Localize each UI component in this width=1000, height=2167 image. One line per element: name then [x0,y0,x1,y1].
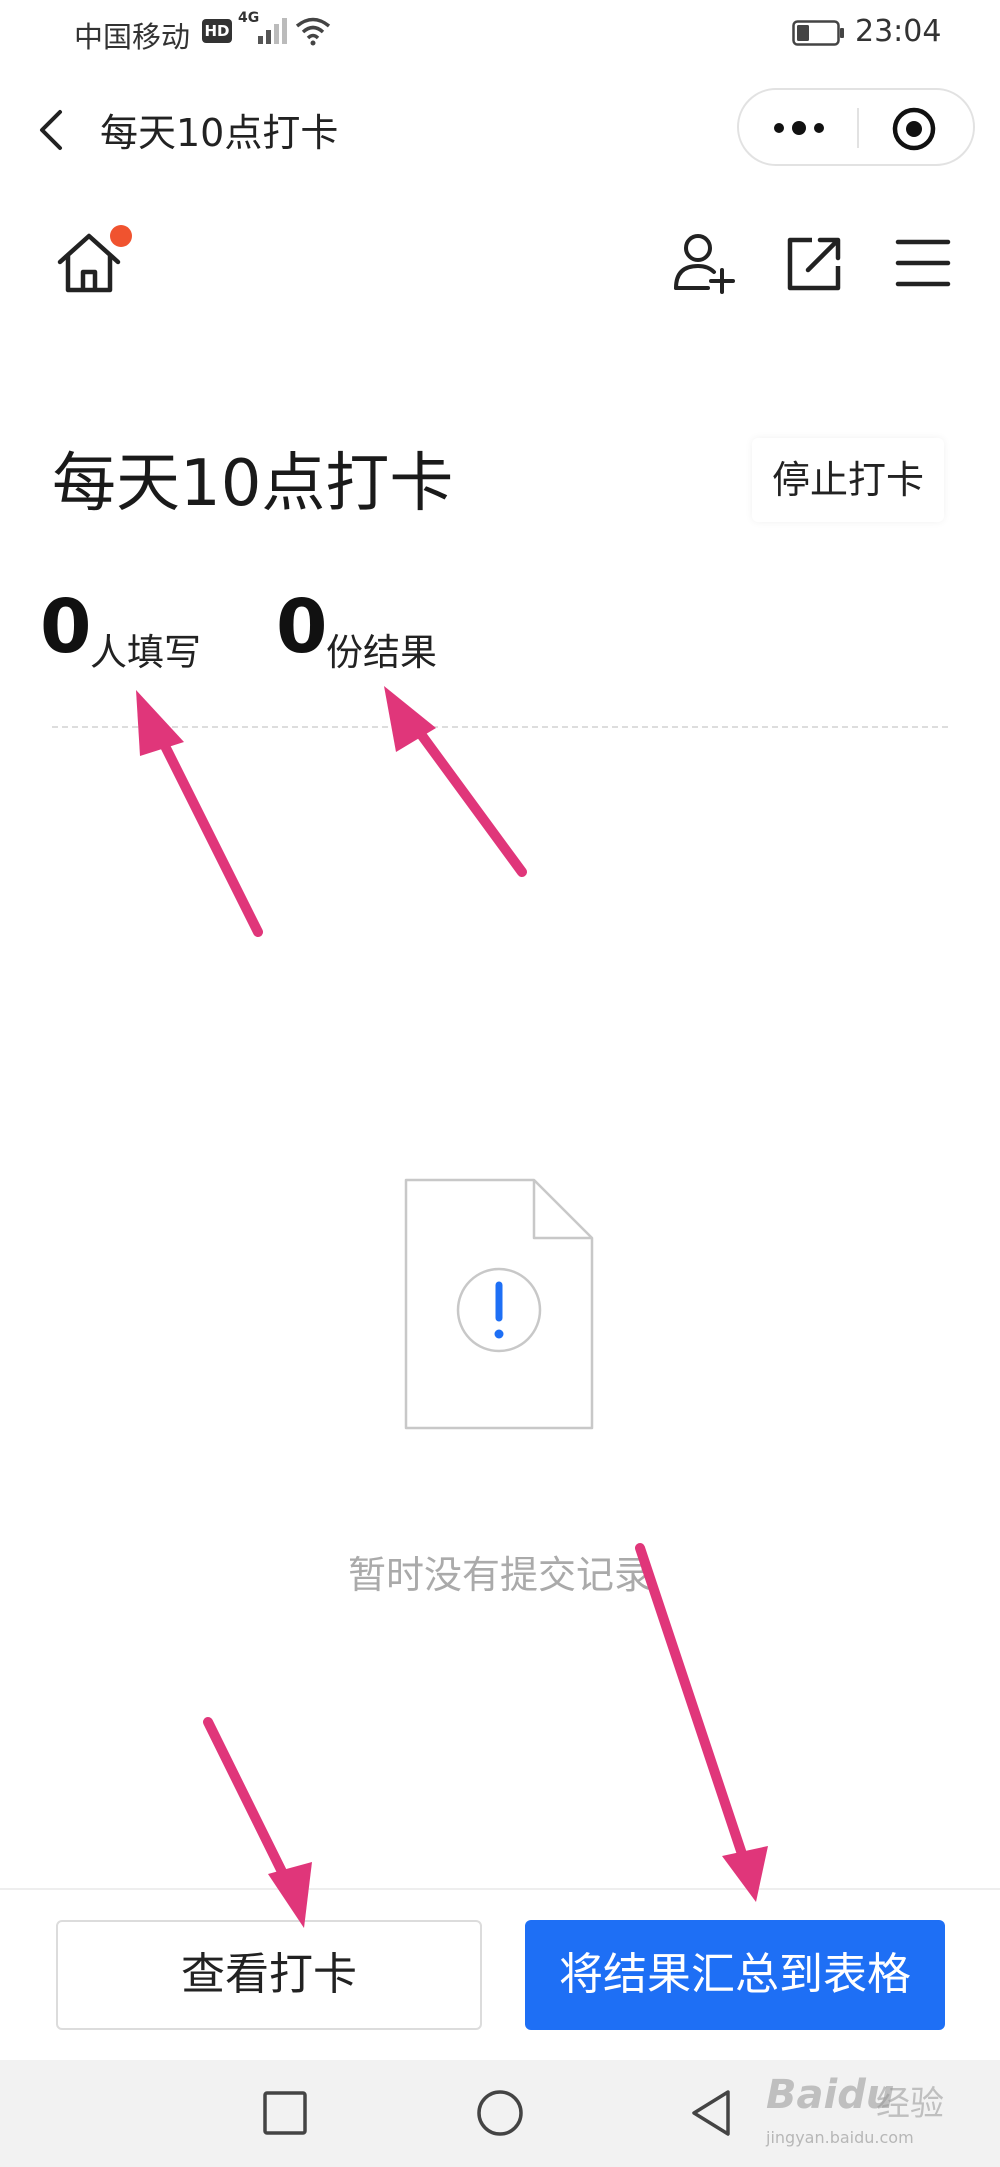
add-user-icon[interactable] [668,228,738,298]
annotation-arrows [136,686,768,1928]
clock: 23:04 [855,14,942,49]
hd-badge: HD [202,19,232,43]
carrier-name: 中国移动 [74,20,191,54]
watermark-url: jingyan.baidu.com [766,2128,914,2147]
status-bar: 中国移动 HD 4G 23:04 [0,0,1000,70]
empty-message: 暂时没有提交记录 [347,1553,652,1597]
capsule-divider [857,108,859,148]
back-icon[interactable] [30,100,70,160]
recent-apps-icon[interactable] [262,2090,308,2136]
wifi-icon [295,17,331,46]
signal-icon [258,18,287,44]
mini-program-capsule [737,88,975,166]
divider [52,726,948,728]
fill-count: 0 [40,584,92,670]
share-icon[interactable] [778,228,848,298]
page-title: 每天10点打卡 [52,447,454,521]
watermark-suffix: 经验 [876,2084,944,2124]
arrow-to-view-button [203,1717,312,1928]
battery-icon [792,20,844,46]
baidu-watermark: Baidu 经验 jingyan.baidu.com [760,2062,960,2162]
home-circle-icon[interactable] [475,2088,525,2138]
arrow-to-export-button [635,1543,768,1902]
view-checkin-button[interactable]: 查看打卡 [56,1920,482,2030]
footer-divider [0,1888,1000,1890]
result-count-label: 份结果 [326,631,437,674]
arrow-to-result-count [384,686,527,877]
more-icon[interactable] [769,108,829,148]
document-alert-icon [404,1178,594,1430]
back-triangle-icon[interactable] [688,2088,734,2138]
nav-title: 每天10点打卡 [100,111,339,155]
fill-count-label: 人填写 [90,631,201,674]
record-icon[interactable] [889,104,939,154]
menu-icon[interactable] [888,228,958,298]
stop-checkin-button[interactable]: 停止打卡 [752,438,944,522]
result-count: 0 [276,584,328,670]
export-to-sheet-button[interactable]: 将结果汇总到表格 [525,1920,945,2030]
notification-dot [110,225,132,247]
